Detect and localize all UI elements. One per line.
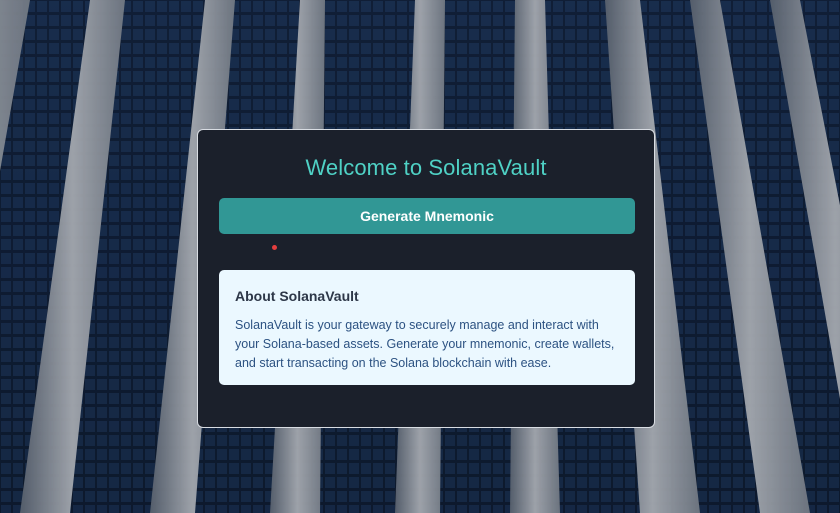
about-panel: About SolanaVault SolanaVault is your ga… (219, 270, 635, 385)
generate-mnemonic-button[interactable]: Generate Mnemonic (219, 198, 635, 234)
status-indicator-dot (272, 245, 277, 250)
about-heading: About SolanaVault (235, 288, 359, 304)
about-description: SolanaVault is your gateway to securely … (235, 318, 615, 370)
welcome-card: Welcome to SolanaVault Generate Mnemonic… (197, 129, 655, 428)
page-title: Welcome to SolanaVault (305, 155, 547, 180)
